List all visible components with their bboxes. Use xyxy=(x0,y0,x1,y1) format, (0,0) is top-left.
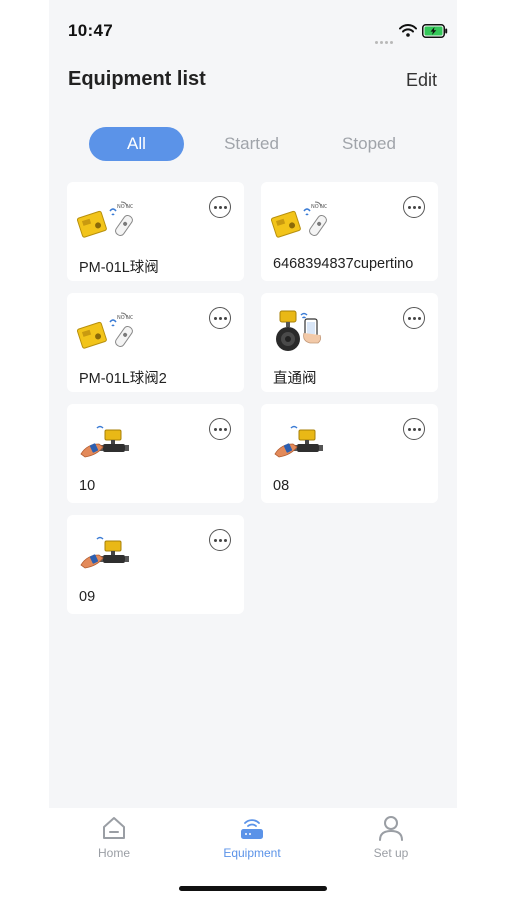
app-screen: 10:47 Equipment list Edit All Started St… xyxy=(49,0,457,900)
more-options-icon[interactable] xyxy=(209,529,231,551)
home-indicator xyxy=(179,886,327,891)
tab-home[interactable]: Home xyxy=(64,814,164,864)
device-card[interactable]: 08 xyxy=(261,404,438,503)
device-card[interactable]: NO NC PM-01L球阀2 xyxy=(67,293,244,392)
device-card[interactable]: 直通阀 xyxy=(261,293,438,392)
more-options-icon[interactable] xyxy=(209,196,231,218)
status-filter: All Started Stoped xyxy=(89,127,419,161)
tab-equipment-label: Equipment xyxy=(223,846,281,860)
svg-text:NO NC: NO NC xyxy=(117,315,133,321)
bottom-tab-bar: Home Equipment Set up xyxy=(49,808,457,900)
yellow-actuator-remote-icon: NO NC xyxy=(77,312,133,349)
device-name: PM-01L球阀 xyxy=(79,260,159,276)
page-title: Equipment list xyxy=(68,68,206,90)
valve-hand-icon xyxy=(80,425,129,458)
tab-setup[interactable]: Set up xyxy=(341,814,441,864)
valve-hand-icon xyxy=(274,425,323,458)
butterfly-valve-phone-icon xyxy=(276,310,322,351)
cellular-signal-icon xyxy=(375,31,395,44)
more-options-icon[interactable] xyxy=(403,307,425,329)
device-card[interactable]: NO NC PM-01L球阀 xyxy=(67,182,244,281)
status-time: 10:47 xyxy=(68,21,113,40)
more-options-icon[interactable] xyxy=(403,418,425,440)
device-name: 6468394837cupertino xyxy=(273,256,414,272)
status-bar: 10:47 xyxy=(49,0,457,56)
device-name: 09 xyxy=(79,589,96,605)
tab-equipment[interactable]: Equipment xyxy=(202,814,302,864)
yellow-actuator-remote-icon: NO NC xyxy=(271,201,327,238)
device-name: PM-01L球阀2 xyxy=(79,371,167,387)
tab-setup-label: Set up xyxy=(373,846,409,860)
more-options-icon[interactable] xyxy=(209,307,231,329)
device-name: 直通阀 xyxy=(273,371,317,387)
person-icon xyxy=(379,816,403,841)
device-card[interactable]: 10 xyxy=(67,404,244,503)
battery-charging-icon xyxy=(422,24,448,38)
filter-stoped-tab[interactable]: Stoped xyxy=(319,127,419,161)
tab-home-label: Home xyxy=(97,846,130,860)
device-name: 10 xyxy=(79,478,96,494)
svg-text:NO NC: NO NC xyxy=(117,204,133,210)
filter-all-tab[interactable]: All xyxy=(89,127,184,161)
yellow-actuator-remote-icon: NO NC xyxy=(77,201,133,238)
router-icon xyxy=(241,819,263,839)
more-options-icon[interactable] xyxy=(209,418,231,440)
more-options-icon[interactable] xyxy=(403,196,425,218)
svg-text:NO NC: NO NC xyxy=(311,204,327,210)
wifi-icon xyxy=(399,24,417,37)
device-name: 08 xyxy=(273,478,290,494)
home-icon xyxy=(103,817,125,839)
edit-button[interactable]: Edit xyxy=(406,70,437,91)
filter-started-tab[interactable]: Started xyxy=(209,127,294,161)
device-card[interactable]: NO NC 6468394837cupertino xyxy=(261,182,438,281)
device-card[interactable]: 09 xyxy=(67,515,244,614)
valve-hand-icon xyxy=(80,536,129,569)
